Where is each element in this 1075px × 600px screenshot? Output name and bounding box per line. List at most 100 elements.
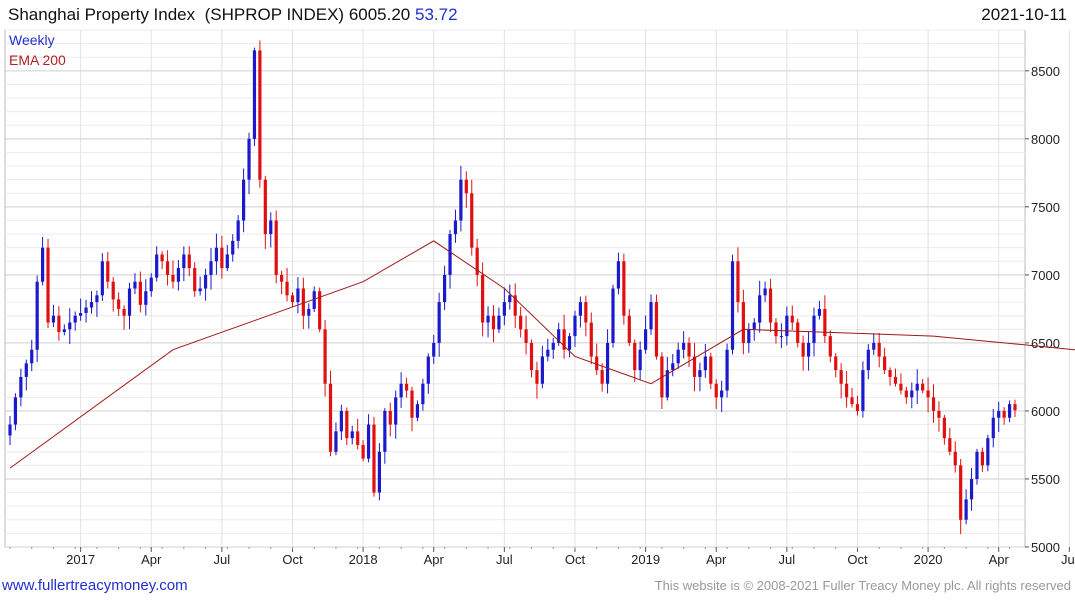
candle-body: [307, 308, 311, 316]
candle-body: [328, 383, 333, 452]
candle-body: [861, 370, 865, 411]
candle-body: [421, 383, 425, 405]
candle-body: [220, 247, 224, 269]
candle-body: [464, 179, 468, 194]
candle-body: [921, 383, 925, 391]
candle-body: [953, 451, 957, 466]
x-tick-label: 2019: [631, 552, 660, 567]
candle-body: [888, 370, 892, 377]
candle-body: [834, 356, 838, 371]
candle-body: [535, 370, 539, 384]
candle-body: [595, 356, 599, 371]
candle-body: [633, 342, 637, 371]
candle-body: [133, 281, 137, 289]
candle-body: [714, 383, 718, 398]
candle-body: [741, 302, 745, 343]
candle-body: [899, 383, 903, 391]
candle-body: [605, 342, 610, 384]
candle-body: [676, 349, 680, 364]
candle-body: [356, 431, 360, 445]
candle-body: [19, 376, 23, 398]
candle-body: [877, 342, 881, 357]
footer-link[interactable]: www.fullertreacymoney.com: [2, 577, 188, 594]
x-tick-label: 2020: [914, 552, 943, 567]
candle-body: [426, 356, 430, 384]
y-tick-label: 7000: [1031, 268, 1060, 283]
candle-body: [801, 342, 805, 357]
candle-body: [149, 277, 153, 292]
candle-body: [872, 342, 876, 350]
x-tick-label: 2018: [349, 552, 378, 567]
candle-body: [1007, 404, 1012, 418]
candle-body: [1013, 404, 1017, 411]
candle-body: [611, 288, 615, 343]
candle-body: [383, 410, 387, 452]
candle-body: [394, 397, 398, 425]
candle-body: [269, 220, 273, 235]
candle-body: [997, 410, 1001, 418]
x-tick-label: Apr: [989, 552, 1010, 567]
candle-body: [442, 274, 447, 303]
candle-body: [785, 315, 789, 337]
candle-body: [453, 220, 458, 235]
candle-body: [350, 431, 354, 439]
candle-body: [486, 315, 490, 323]
candle-body: [817, 308, 822, 316]
candle-body: [274, 220, 278, 275]
candle-body: [247, 138, 251, 180]
candle-body: [339, 410, 343, 432]
candle-body: [698, 370, 702, 377]
candle-body: [747, 329, 751, 343]
candle-body: [703, 356, 707, 371]
candle-body: [345, 410, 349, 439]
candle-body: [89, 302, 94, 308]
candle-body: [866, 349, 870, 371]
candle-body: [62, 329, 66, 333]
candle-body: [986, 438, 990, 466]
y-tick-label: 6000: [1031, 404, 1060, 419]
y-tick-label: 5500: [1031, 472, 1060, 487]
candle-body: [241, 179, 246, 221]
candle-body: [654, 302, 659, 357]
candle-body: [649, 302, 653, 330]
candle-body: [937, 410, 941, 418]
candle-body: [198, 288, 202, 292]
x-tick-label: Apr: [141, 552, 162, 567]
candle-body: [372, 424, 376, 493]
candle-body: [106, 261, 110, 282]
candle-body: [926, 390, 930, 398]
candle-body: [285, 281, 289, 296]
candle-body: [638, 349, 642, 371]
candle-body: [828, 336, 832, 357]
candle-body: [57, 315, 61, 333]
candle-body: [323, 329, 327, 384]
candle-body: [774, 322, 778, 337]
candle-body: [84, 307, 88, 313]
candle-body: [231, 240, 235, 255]
candle-body: [600, 370, 604, 384]
candle-body: [187, 254, 191, 269]
x-tick-label: Oct: [847, 552, 868, 567]
candle-body: [459, 179, 463, 221]
candle-body: [95, 295, 99, 303]
candle-body: [236, 220, 240, 241]
candle-body: [171, 274, 175, 282]
candle-body: [850, 397, 854, 405]
candle-body: [290, 295, 295, 303]
y-tick-label: 6500: [1031, 336, 1060, 351]
candle-body: [844, 383, 849, 398]
candle-body: [138, 281, 142, 305]
candle-body: [225, 254, 229, 269]
candle-body: [35, 281, 39, 350]
candle-body: [643, 329, 648, 350]
candle-body: [883, 356, 887, 371]
candle-body: [437, 302, 441, 343]
candle-body: [779, 336, 784, 338]
candle-body: [622, 261, 626, 316]
candle-body: [790, 315, 794, 323]
candle-body: [855, 404, 860, 411]
candle-body: [584, 302, 588, 323]
candle-body: [1002, 410, 1006, 418]
candle-body: [942, 417, 946, 439]
candle-body: [508, 295, 512, 303]
